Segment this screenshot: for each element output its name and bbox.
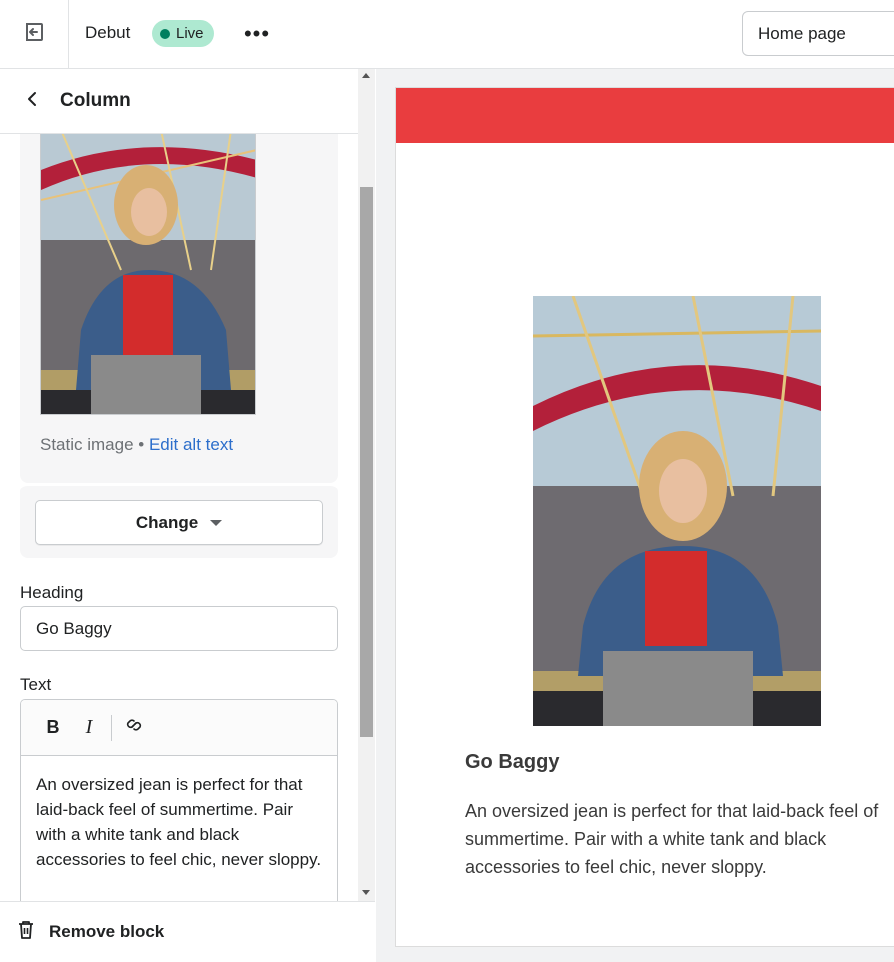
bold-icon: B bbox=[46, 717, 60, 737]
scrollbar-thumb[interactable] bbox=[360, 187, 373, 737]
editor-toolbar: B I bbox=[21, 700, 337, 756]
editor-content[interactable]: An oversized jean is perfect for that la… bbox=[21, 756, 337, 888]
edit-alt-text-link[interactable]: Edit alt text bbox=[149, 435, 233, 454]
image-meta-label: Static image • bbox=[40, 435, 149, 454]
status-badge-label: Live bbox=[176, 25, 204, 42]
exit-icon bbox=[23, 21, 45, 48]
chevron-left-icon bbox=[25, 91, 39, 112]
link-icon bbox=[125, 716, 143, 739]
preview-pane: Go Baggy An oversized jean is perfect fo… bbox=[376, 69, 894, 962]
link-button[interactable] bbox=[116, 710, 152, 746]
text-label: Text bbox=[20, 675, 52, 694]
column-image[interactable] bbox=[533, 296, 821, 726]
italic-button[interactable]: I bbox=[71, 710, 107, 746]
image-thumbnail bbox=[40, 134, 256, 415]
storefront-preview[interactable]: Go Baggy An oversized jean is perfect fo… bbox=[395, 87, 894, 947]
announcement-bar[interactable] bbox=[396, 88, 894, 143]
scroll-down-icon[interactable] bbox=[362, 890, 370, 895]
italic-icon: I bbox=[85, 716, 93, 738]
remove-block-label: Remove block bbox=[49, 922, 165, 941]
exit-button[interactable] bbox=[0, 0, 69, 68]
page-select[interactable]: Home page bbox=[742, 11, 894, 56]
page-select-value: Home page bbox=[758, 23, 846, 43]
sidebar-header: Column bbox=[0, 69, 358, 134]
more-actions-button[interactable]: ••• bbox=[240, 18, 274, 50]
top-bar: Debut Live ••• Home page bbox=[0, 0, 894, 69]
more-icon: ••• bbox=[243, 21, 271, 46]
change-image-button[interactable]: Change bbox=[35, 500, 323, 545]
theme-name: Debut bbox=[85, 23, 131, 42]
settings-scroll-area[interactable]: Static image • Edit alt text Change Head… bbox=[0, 134, 358, 901]
change-button-label: Change bbox=[135, 512, 199, 532]
back-button[interactable] bbox=[12, 81, 52, 121]
bold-button[interactable]: B bbox=[35, 710, 71, 746]
image-meta: Static image • Edit alt text bbox=[40, 435, 233, 455]
preview-heading: Go Baggy bbox=[465, 751, 560, 773]
image-picker-card: Static image • Edit alt text bbox=[20, 134, 338, 483]
remove-block-button[interactable]: Remove block bbox=[0, 901, 375, 962]
trash-icon bbox=[17, 920, 35, 945]
heading-label: Heading bbox=[20, 583, 84, 602]
preview-text: An oversized jean is perfect for that la… bbox=[465, 801, 879, 877]
caret-down-icon bbox=[210, 519, 223, 526]
sidebar-title: Column bbox=[60, 90, 131, 111]
live-dot-icon bbox=[160, 28, 170, 39]
rich-text-editor: B I An oversized jean is perfect for tha… bbox=[20, 699, 338, 901]
scroll-up-icon[interactable] bbox=[362, 73, 370, 78]
status-badge: Live bbox=[152, 20, 214, 47]
sidebar-scrollbar[interactable] bbox=[358, 69, 375, 901]
toolbar-divider bbox=[111, 714, 112, 741]
heading-input[interactable] bbox=[20, 606, 338, 651]
image-actions: Change bbox=[20, 483, 338, 558]
sidebar: Column Static image • Edit alt text Chan… bbox=[0, 69, 375, 962]
